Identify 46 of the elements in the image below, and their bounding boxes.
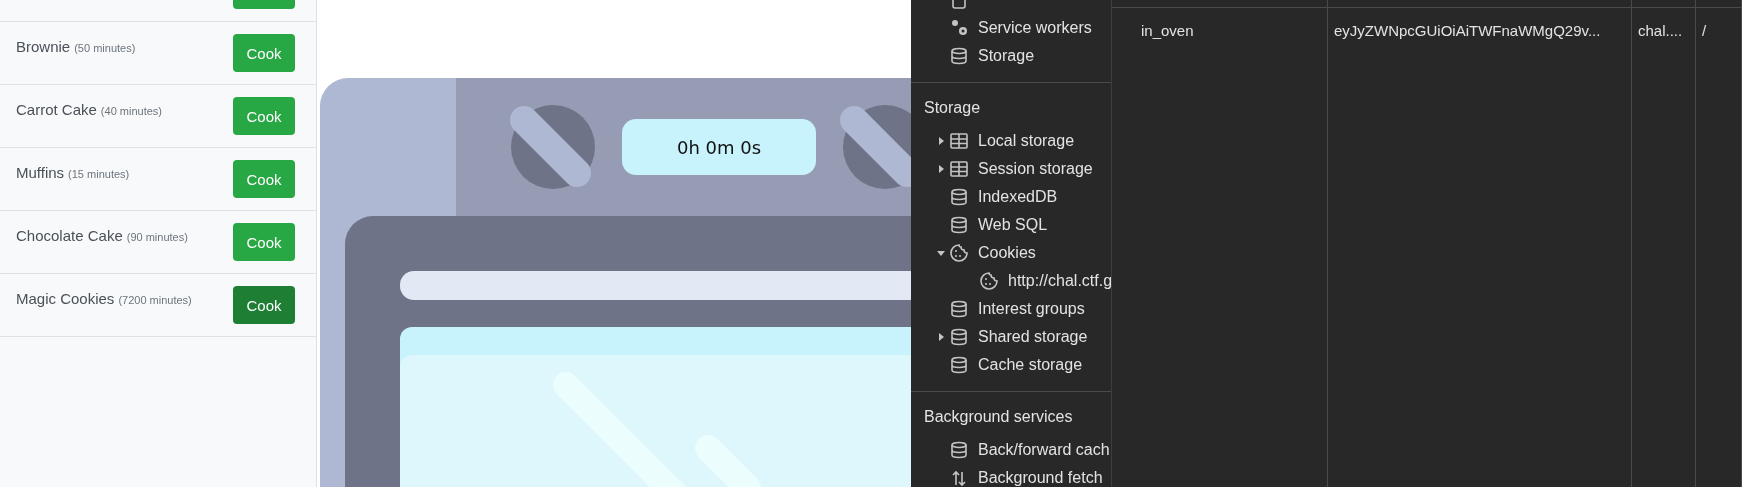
sidebar-item[interactable]: Back/forward cach [911, 436, 1111, 464]
sidebar-item[interactable]: Cache storage [911, 351, 1111, 379]
cook-time: (50 minutes) [74, 42, 136, 54]
database-icon [949, 440, 969, 460]
sidebar-item[interactable]: Cookies [911, 239, 1111, 267]
database-icon [949, 215, 969, 235]
recipe-name: Muffins [16, 164, 65, 181]
database-icon [949, 299, 969, 319]
recipe-name: Carrot Cake [16, 101, 97, 118]
sidebar-item[interactable]: Background fetch [911, 464, 1111, 487]
sidebar-item[interactable]: http://chal.ctf.g [911, 267, 1111, 295]
cook-time: (90 minutes) [126, 231, 188, 243]
sidebar-item[interactable]: Service workers [911, 14, 1111, 42]
cookie-icon [949, 243, 969, 263]
sidebar-item[interactable]: IndexedDB [911, 183, 1111, 211]
table-icon [949, 159, 969, 179]
sidebar-item[interactable]: Session storage [911, 155, 1111, 183]
table-cell: / [1702, 22, 1707, 39]
table-cell: in_oven [1141, 22, 1194, 39]
section-heading: Background services [923, 407, 1074, 427]
database-icon [949, 46, 969, 66]
recipe-name: Chocolate Cake [16, 227, 123, 244]
recipe-name: Magic Cookies [16, 290, 115, 307]
cook-time: (15 minutes) [68, 168, 130, 180]
table-cell: chal.... [1638, 22, 1683, 39]
expand-arrow-icon[interactable] [936, 164, 946, 174]
collapse-arrow-icon[interactable] [936, 248, 946, 258]
sidebar-item[interactable]: Local storage [911, 127, 1111, 155]
cook-button[interactable]: Cook [233, 286, 295, 324]
table-icon [949, 131, 969, 151]
database-icon [949, 355, 969, 375]
sidebar-item[interactable]: Storage [911, 42, 1111, 70]
table-cell: eyJyZWNpcGUiOiAiTWFnaWMgQ29v... [1334, 22, 1601, 39]
sidebar-item[interactable]: Shared storage [911, 323, 1111, 351]
cookie-icon [979, 271, 999, 291]
database-icon [949, 327, 969, 347]
cook-time: (40 minutes) [100, 105, 162, 117]
expand-arrow-icon[interactable] [936, 136, 946, 146]
database-icon [949, 187, 969, 207]
cook-time: (7200 minutes) [118, 294, 192, 306]
timer-display: 0h 0m 0s [622, 119, 816, 175]
sidebar-item[interactable]: Web SQL [911, 211, 1111, 239]
expand-arrow-icon[interactable] [936, 332, 946, 342]
recipe-name: Brownie [16, 38, 71, 55]
sidebar-item[interactable]: Interest groups [911, 295, 1111, 323]
section-heading: Storage [923, 98, 982, 118]
